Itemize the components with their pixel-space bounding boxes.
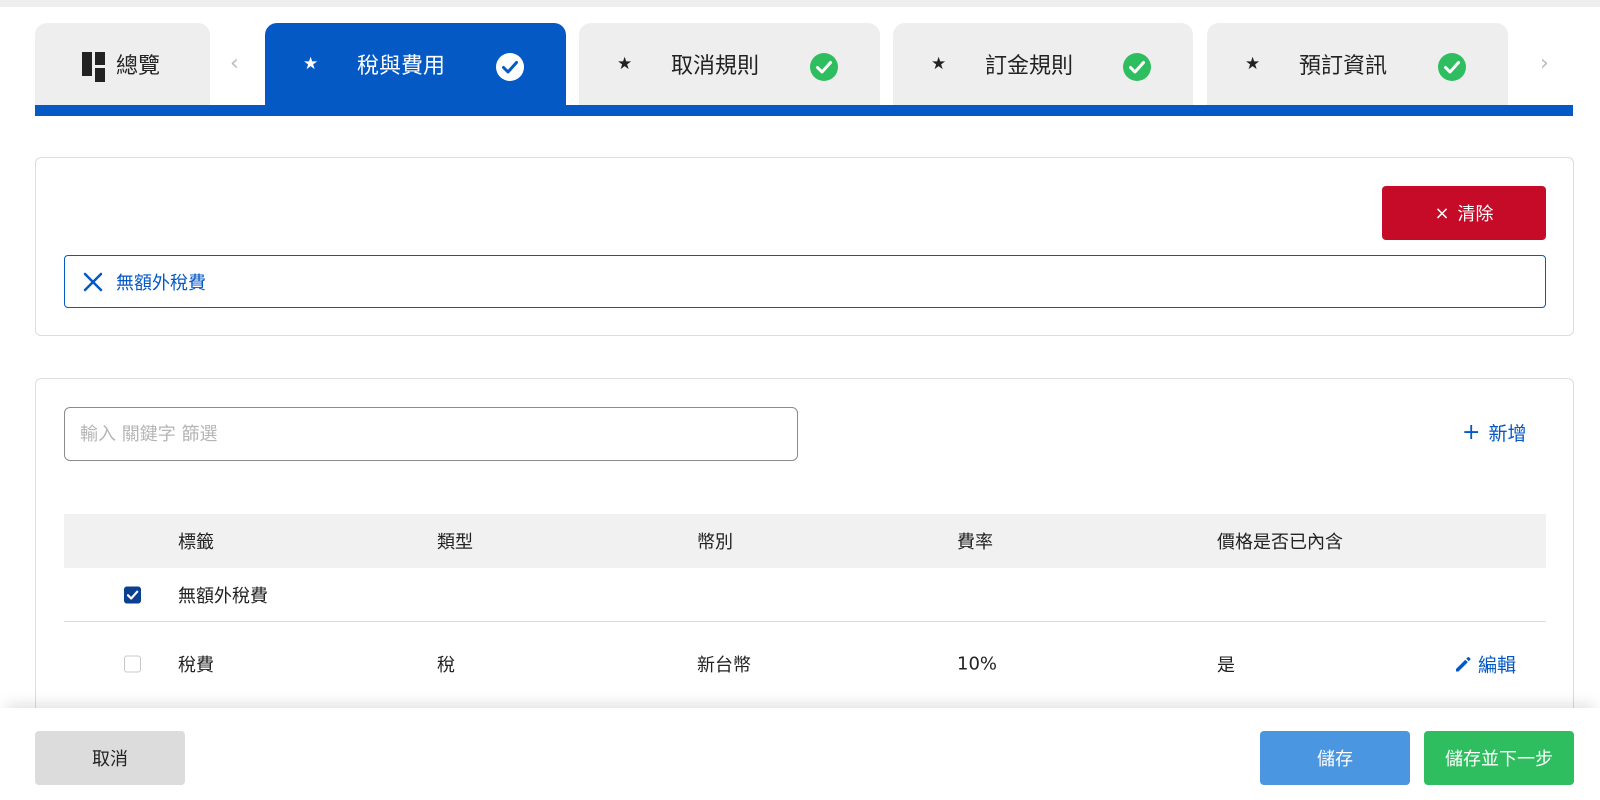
selection-panel: × 清除 無額外稅費	[35, 157, 1574, 336]
save-button[interactable]: 儲存	[1260, 731, 1410, 785]
remove-tag-icon[interactable]	[82, 271, 104, 293]
check-circle-icon	[1123, 53, 1151, 81]
tab-taxes-fees[interactable]: ★ 稅與費用	[265, 23, 566, 107]
pencil-icon	[1456, 656, 1471, 671]
cancel-button[interactable]: 取消	[35, 731, 185, 785]
row-type: 稅	[437, 655, 455, 676]
column-header-rate[interactable]: 費率	[957, 528, 993, 554]
tab-bar: 總覽 ‹ ★ 稅與費用 ★ 取消規則 ★ 訂金規則 ★ 預訂資訊 ›	[35, 23, 1573, 116]
plus-icon: +	[1462, 419, 1481, 445]
row-label: 稅費	[178, 655, 214, 676]
column-header-currency[interactable]: 幣別	[697, 528, 733, 554]
tab-label: 稅與費用	[357, 54, 446, 79]
column-header-type[interactable]: 類型	[437, 528, 473, 554]
tab-label: 訂金規則	[985, 54, 1074, 79]
tax-table: 標籤 類型 幣別 費率 價格是否已內含 無額外稅費 稅費 稅 新台幣 10% 是	[64, 514, 1546, 706]
filter-input[interactable]	[64, 407, 798, 461]
tab-label: 取消規則	[671, 54, 760, 79]
selected-tag-label: 無額外稅費	[116, 272, 206, 294]
clear-button-label: 清除	[1457, 204, 1494, 225]
tax-list-panel: + 新增 標籤 類型 幣別 費率 價格是否已內含 無額外稅費 稅費 稅 新台幣 …	[35, 378, 1574, 718]
dashboard-icon	[82, 52, 106, 82]
star-icon: ★	[931, 54, 947, 74]
tab-overview-label: 總覽	[116, 54, 161, 79]
tab-label: 預訂資訊	[1299, 54, 1388, 79]
row-label: 無額外稅費	[178, 585, 268, 607]
check-circle-icon	[810, 53, 838, 81]
table-header: 標籤 類型 幣別 費率 價格是否已內含	[64, 514, 1546, 568]
star-icon: ★	[617, 54, 633, 74]
tab-cancellation-rules[interactable]: ★ 取消規則	[579, 23, 880, 105]
row-checkbox-unchecked[interactable]	[124, 655, 141, 673]
tab-scroll-right-icon[interactable]: ›	[1540, 51, 1549, 76]
tab-booking-info[interactable]: ★ 預訂資訊	[1207, 23, 1508, 105]
edit-button-label: 編輯	[1478, 654, 1517, 677]
star-icon: ★	[1245, 54, 1261, 74]
footer-bar: 取消 儲存 儲存並下一步	[0, 708, 1600, 800]
tab-overview[interactable]: 總覽	[35, 23, 210, 105]
row-checkbox-checked[interactable]	[124, 586, 141, 603]
top-strip	[0, 0, 1600, 7]
edit-button[interactable]: 編輯	[1454, 651, 1516, 678]
tab-deposit-rules[interactable]: ★ 訂金規則	[893, 23, 1193, 105]
check-circle-icon	[1438, 53, 1466, 81]
row-currency: 新台幣	[697, 655, 751, 676]
star-icon: ★	[303, 54, 319, 74]
selected-tags-box[interactable]: 無額外稅費	[64, 255, 1546, 308]
tab-scroll-left-icon[interactable]: ‹	[230, 51, 239, 76]
close-icon: ×	[1434, 202, 1450, 224]
column-header-label[interactable]: 標籤	[178, 528, 214, 554]
table-row[interactable]: 無額外稅費	[64, 568, 1546, 622]
add-button[interactable]: + 新增	[1462, 419, 1526, 446]
row-included: 是	[1217, 655, 1235, 676]
save-next-button[interactable]: 儲存並下一步	[1424, 731, 1574, 785]
column-header-included[interactable]: 價格是否已內含	[1217, 528, 1343, 554]
clear-button[interactable]: × 清除	[1382, 186, 1546, 240]
check-circle-icon	[496, 53, 524, 81]
table-row[interactable]: 稅費 稅 新台幣 10% 是 編輯	[64, 622, 1546, 706]
add-button-label: 新增	[1488, 423, 1527, 445]
row-rate: 10%	[957, 653, 998, 675]
